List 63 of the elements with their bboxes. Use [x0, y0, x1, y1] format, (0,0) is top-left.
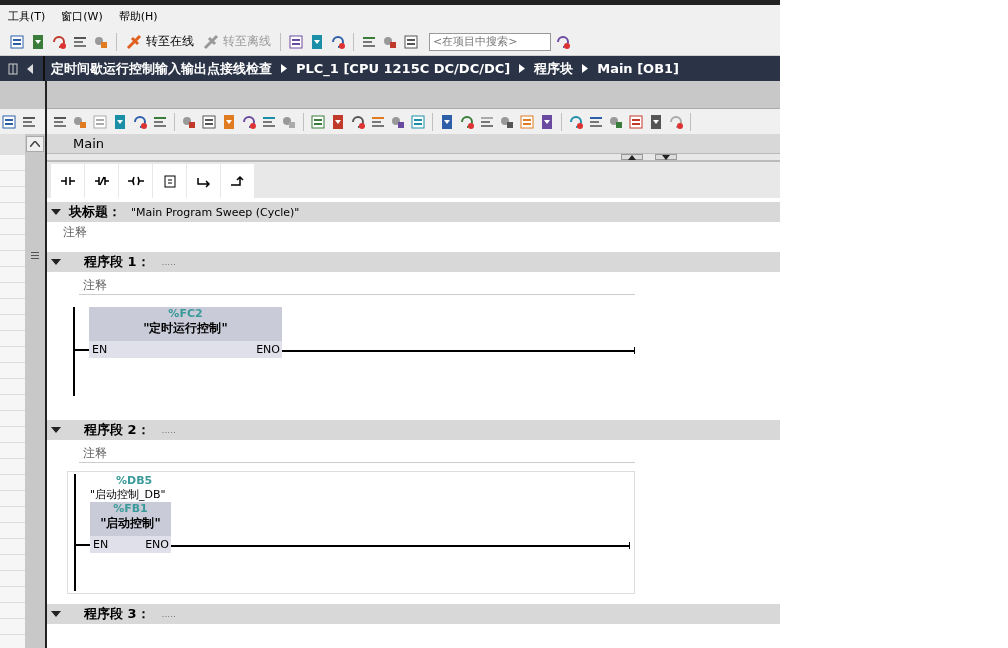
instance-name[interactable]: "启动控制_DB" [90, 487, 166, 502]
open-branch-button[interactable] [187, 164, 220, 198]
comment-field[interactable]: 注释 [79, 444, 635, 463]
breadcrumb-arrow-icon [582, 64, 589, 73]
negated-contact-icon [93, 174, 110, 188]
network-label: 程序段 3： [84, 605, 150, 623]
block-title-value[interactable]: "Main Program Sweep (Cycle)" [131, 205, 300, 219]
breadcrumb-item[interactable]: 定时间歇运行控制输入输出点接线检查 [51, 59, 272, 78]
wire [76, 544, 90, 546]
toolbar-button[interactable] [8, 32, 26, 51]
breadcrumb-item[interactable]: Main [OB1] [597, 61, 680, 76]
breadcrumb-arrow-icon [281, 64, 287, 73]
en-pin: EN [92, 343, 108, 356]
breadcrumb-item[interactable]: PLC_1 [CPU 1215C DC/DC/DC] [296, 61, 511, 76]
toolbar-button[interactable] [0, 112, 18, 131]
menu-item[interactable]: 帮助(H) [118, 9, 158, 24]
toolbar-button[interactable] [402, 32, 420, 51]
empty-box-button[interactable] [153, 164, 186, 198]
scrollbar[interactable] [25, 134, 45, 648]
wire [75, 349, 89, 351]
network-label: 程序段 2： [84, 421, 150, 439]
instance-address: %DB5 [115, 474, 153, 487]
eno-pin: ENO [256, 343, 280, 356]
close-branch-button[interactable] [221, 164, 254, 198]
empty-box-icon [161, 174, 178, 188]
toolbar-button[interactable] [200, 112, 218, 131]
comment-field[interactable]: 注释 [79, 276, 635, 295]
breadcrumb-item[interactable]: 程序块 [534, 59, 574, 78]
comment-field[interactable]: 注释 [47, 222, 780, 242]
toolbar-button[interactable] [627, 112, 645, 131]
toolbar-button[interactable] [309, 112, 327, 131]
en-pin: EN [93, 538, 109, 551]
function-box[interactable]: %FB1 "启动控制" EN ENO [90, 502, 171, 553]
collapse-arrow-icon[interactable] [26, 62, 34, 75]
block-name-label: "定时运行控制" [89, 320, 282, 341]
menu-item[interactable]: 工具(T) [8, 9, 46, 24]
contact-icon [59, 174, 76, 188]
expand-up-icon[interactable] [621, 154, 643, 160]
plug-icon [126, 33, 142, 50]
panel-toggle-icon[interactable] [8, 62, 18, 75]
coil-icon [127, 174, 144, 188]
scroll-up-icon[interactable] [26, 136, 44, 152]
plug-icon [203, 33, 219, 50]
block-address: %FC2 [89, 307, 282, 320]
negated-contact-button[interactable] [85, 164, 118, 198]
eno-pin: ENO [145, 538, 169, 551]
menu-item[interactable]: 窗口(W) [61, 9, 103, 24]
go-online-button[interactable]: 转至在线 [123, 32, 197, 51]
branch-close-icon [229, 174, 246, 188]
contact-button[interactable] [51, 164, 84, 198]
splitter-grip-icon [31, 252, 39, 259]
toolbar-button[interactable] [409, 112, 427, 131]
block-name-label: "启动控制" [90, 515, 171, 536]
network-label: 程序段 1： [84, 253, 150, 271]
breadcrumb-arrow-icon [519, 64, 526, 73]
block-name: Main [73, 136, 105, 151]
function-box[interactable]: %FC2 "定时运行控制" EN ENO [89, 307, 282, 358]
expand-down-icon[interactable] [655, 154, 677, 160]
toolbar-button[interactable] [287, 32, 305, 51]
coil-button[interactable] [119, 164, 152, 198]
search-field[interactable]: <在项目中搜索> [429, 32, 551, 51]
block-title-label: 块标题： [69, 203, 121, 221]
block-address: %FB1 [90, 502, 171, 515]
